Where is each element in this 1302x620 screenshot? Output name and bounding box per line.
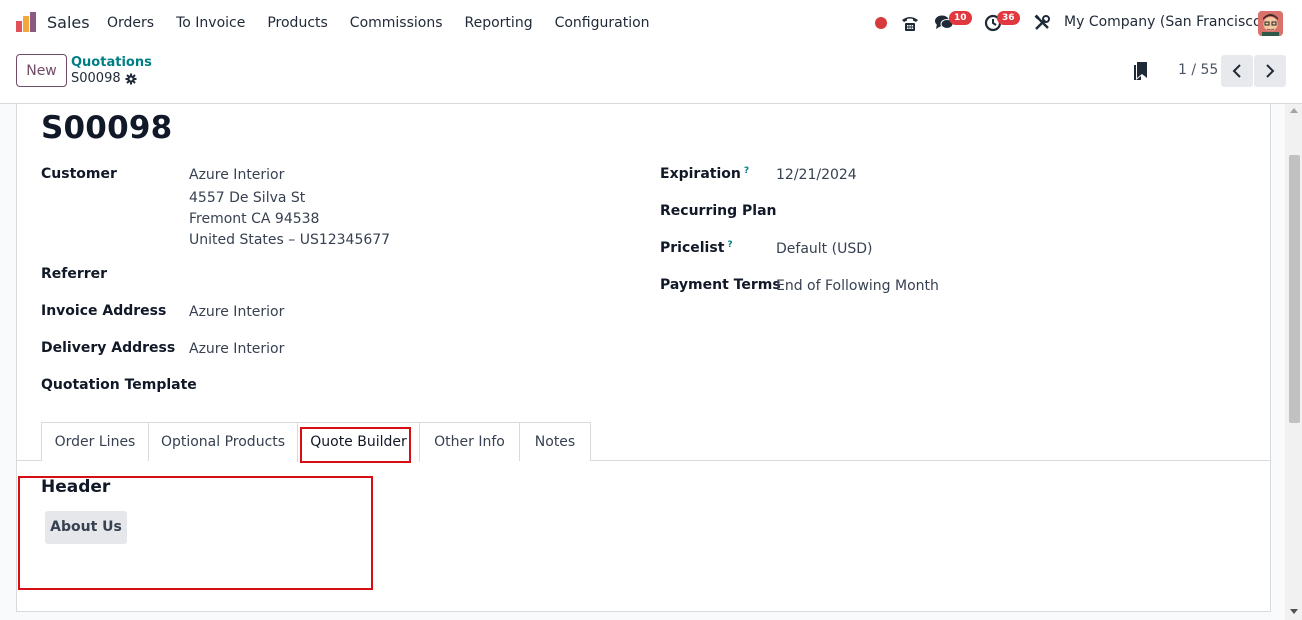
control-panel: New Quotations S00098 1 / 55 (0, 46, 1302, 104)
delivery-address-label: Delivery Address (41, 340, 176, 356)
activities-badge: 36 (997, 11, 1020, 25)
menu-orders[interactable]: Orders (96, 0, 165, 46)
expiration-label: Expiration? (660, 166, 749, 182)
about-us-button[interactable]: About Us (45, 511, 127, 544)
pricelist-field[interactable]: Default (USD) (776, 241, 872, 257)
customer-address-line-3: United States – US12345677 (189, 232, 391, 248)
menu-commissions[interactable]: Commissions (339, 0, 454, 46)
header-section-title: Header (41, 477, 111, 497)
customer-address-line-1: 4557 De Silva St (189, 190, 306, 206)
quote-builder-tab-highlight (300, 427, 411, 463)
expiration-label-text: Expiration (660, 166, 741, 182)
pager-value[interactable]: 1 / 55 (1178, 62, 1218, 78)
top-navbar: Sales Orders To Invoice Products Commiss… (0, 0, 1302, 46)
delivery-address-field[interactable]: Azure Interior (189, 341, 284, 357)
invoice-address-field[interactable]: Azure Interior (189, 304, 284, 320)
menu-configuration[interactable]: Configuration (544, 0, 661, 46)
invoice-address-label: Invoice Address (41, 303, 167, 319)
referrer-label: Referrer (41, 266, 108, 282)
breadcrumb-current: S00098 (71, 71, 137, 86)
help-icon[interactable]: ? (744, 166, 749, 176)
user-avatar[interactable] (1258, 11, 1283, 36)
record-title: S00098 (41, 110, 173, 146)
scroll-up-arrow-icon[interactable] (1290, 108, 1298, 113)
pricelist-label: Pricelist? (660, 240, 733, 256)
tab-order-lines[interactable]: Order Lines (41, 422, 149, 461)
menu-products[interactable]: Products (256, 0, 338, 46)
tab-other-info[interactable]: Other Info (419, 422, 520, 461)
breadcrumb-current-label: S00098 (71, 71, 121, 86)
app-name[interactable]: Sales (47, 13, 90, 32)
payment-terms-label: Payment Terms (660, 277, 781, 293)
main-menu: Orders To Invoice Products Commissions R… (96, 0, 661, 46)
new-button[interactable]: New (16, 54, 67, 87)
payment-terms-field[interactable]: End of Following Month (776, 278, 939, 294)
customer-address-line-2: Fremont CA 94538 (189, 211, 320, 227)
pager-next-button[interactable] (1254, 55, 1286, 87)
pager-previous-button[interactable] (1221, 55, 1253, 87)
recurring-plan-label: Recurring Plan (660, 203, 777, 219)
scroll-down-arrow-icon[interactable] (1290, 609, 1298, 614)
recording-indicator-icon[interactable] (875, 17, 887, 29)
tab-optional-products[interactable]: Optional Products (148, 422, 298, 461)
expiration-field[interactable]: 12/21/2024 (776, 167, 857, 183)
pricelist-label-text: Pricelist (660, 240, 725, 256)
menu-reporting[interactable]: Reporting (454, 0, 544, 46)
breadcrumb-quotations[interactable]: Quotations (71, 55, 152, 70)
tools-icon[interactable] (1031, 12, 1053, 34)
chevron-right-icon (1266, 64, 1275, 78)
help-icon[interactable]: ? (727, 240, 732, 250)
company-switcher[interactable]: My Company (San Francisco) (1064, 14, 1267, 30)
scrollbar-thumb[interactable] (1289, 155, 1300, 423)
menu-to-invoice[interactable]: To Invoice (165, 0, 256, 46)
gear-icon[interactable] (125, 73, 137, 85)
bookmarks-icon[interactable] (1133, 61, 1149, 81)
phone-icon[interactable] (899, 12, 921, 34)
quotation-template-label: Quotation Template (41, 377, 197, 393)
tab-notes[interactable]: Notes (519, 422, 591, 461)
chevron-left-icon (1232, 64, 1241, 78)
customer-label: Customer (41, 166, 117, 182)
customer-field[interactable]: Azure Interior (189, 167, 284, 183)
messages-badge: 10 (949, 11, 972, 25)
sales-app-icon[interactable] (15, 11, 37, 33)
